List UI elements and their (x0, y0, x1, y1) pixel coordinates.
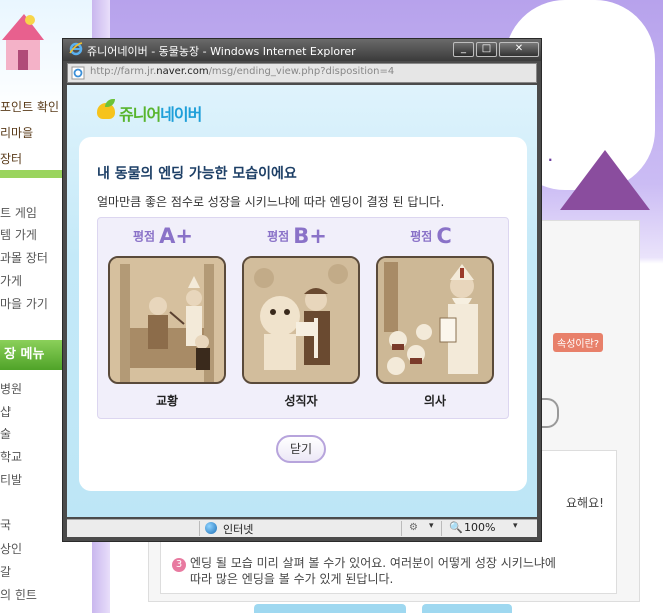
close-window-button[interactable]: ✕ (499, 42, 539, 57)
sidebar-item[interactable]: 상인 (0, 540, 22, 557)
grade-item: 평점 A+ 교황 (102, 218, 226, 418)
maximize-button[interactable]: □ (476, 42, 497, 57)
sidebar-item[interactable]: 마을 가기 (0, 295, 48, 312)
sidebar-menu-header: 장 메뉴 (0, 340, 68, 370)
globe-icon (205, 522, 217, 534)
close-button[interactable]: 닫기 (276, 435, 326, 463)
grade-name: 성직자 (284, 394, 318, 408)
background-bracket (541, 398, 559, 428)
sidebar-link[interactable]: 리마을 (0, 124, 33, 141)
background-button[interactable] (254, 604, 406, 613)
background-text: 엔딩 될 모습 미리 살펴 볼 수가 있어요. 여러분이 어떻게 성장 시키느냐… (190, 556, 556, 570)
page-content: 쥬니어네이버 내 동물의 엔딩 가능한 모습이에요 얼마만큼 좋은 점수로 성장… (67, 85, 537, 517)
doctor-illustration (376, 256, 494, 384)
security-zone: 인터넷 (223, 523, 254, 536)
status-divider (441, 521, 442, 536)
sidebar-link[interactable]: 포인트 확인 (0, 98, 59, 115)
page-icon (71, 66, 85, 80)
background-dot: . (548, 150, 553, 164)
grades-panel: 평점 A+ 교황 평점 B+ 성직자 평점 C 의사 (97, 217, 509, 419)
sidebar-item[interactable]: 과몰 장터 (0, 249, 48, 266)
sidebar-item[interactable]: 가게 (0, 272, 22, 289)
sidebar-item[interactable]: 티발 (0, 471, 22, 488)
card-subtitle: 얼마만큼 좋은 점수로 성장을 시키느냐에 따라 엔딩이 결정 된 답니다. (97, 195, 445, 209)
sidebar-item[interactable]: 갈 (0, 563, 11, 580)
grade-label: 평점 C (410, 224, 452, 248)
zoom-icon[interactable]: 🔍 (449, 521, 463, 534)
sidebar-item[interactable]: 샵 (0, 403, 11, 420)
sidebar-item[interactable]: 의 힌트 (0, 586, 37, 603)
card-title: 내 동물의 엔딩 가능한 모습이에요 (97, 166, 297, 182)
minimize-button[interactable]: _ (453, 42, 474, 57)
grade-item: 평점 B+ 성직자 (236, 218, 360, 418)
protected-mode-icon[interactable]: ⚙ (409, 522, 421, 534)
ie-popup-window: 쥬니어네이버 - 동물농장 - Windows Internet Explore… (62, 38, 542, 542)
status-divider (401, 521, 402, 536)
pope-illustration (108, 256, 226, 384)
grade-label: 평점 B+ (267, 224, 327, 248)
sidebar-link[interactable]: 장터 (0, 150, 22, 167)
sidebar-item[interactable]: 술 (0, 425, 11, 442)
chevron-down-icon[interactable]: ▾ (429, 521, 434, 531)
sidebar-item[interactable]: 학교 (0, 448, 22, 465)
logo-leaf-icon (105, 99, 115, 107)
zoom-level[interactable]: 100% (464, 521, 495, 534)
address-url: http://farm.jr.naver.com/msg/ending_view… (90, 66, 395, 77)
logo-text: 쥬니어네이버 (119, 105, 202, 124)
house-icon (2, 14, 44, 70)
chevron-down-icon[interactable]: ▾ (513, 521, 518, 531)
address-bar[interactable]: http://farm.jr.naver.com/msg/ending_view… (67, 63, 537, 83)
attribute-tag[interactable]: 속성이란? (553, 333, 604, 352)
background-button[interactable] (422, 604, 512, 613)
sidebar-item[interactable]: 국 (0, 516, 11, 533)
sidebar-item[interactable]: 트 게임 (0, 204, 37, 221)
window-title: 쥬니어네이버 - 동물농장 - Windows Internet Explore… (87, 45, 356, 58)
priest-illustration (242, 256, 360, 384)
grade-name: 교황 (155, 394, 179, 408)
number-badge: 3 (172, 558, 186, 572)
title-bar[interactable]: 쥬니어네이버 - 동물농장 - Windows Internet Explore… (63, 39, 541, 61)
sidebar-item[interactable]: 병원 (0, 380, 22, 397)
sidebar-item[interactable]: 템 가게 (0, 226, 37, 243)
background-text: 따라 많은 엔딩을 볼 수가 있게 된답니다. (190, 572, 394, 586)
grade-label: 평점 A+ (133, 224, 193, 248)
status-bar: 인터넷 ⚙ ▾ 🔍 100% ▾ (67, 519, 537, 537)
grade-item: 평점 C 의사 (370, 218, 494, 418)
ie-logo-icon (69, 42, 83, 56)
grade-name: 의사 (423, 394, 447, 408)
status-divider (199, 521, 200, 536)
ending-card: 내 동물의 엔딩 가능한 모습이에요 얼마만큼 좋은 점수로 성장을 시키느냐에… (79, 137, 527, 491)
background-text: 요해요! (566, 496, 604, 510)
